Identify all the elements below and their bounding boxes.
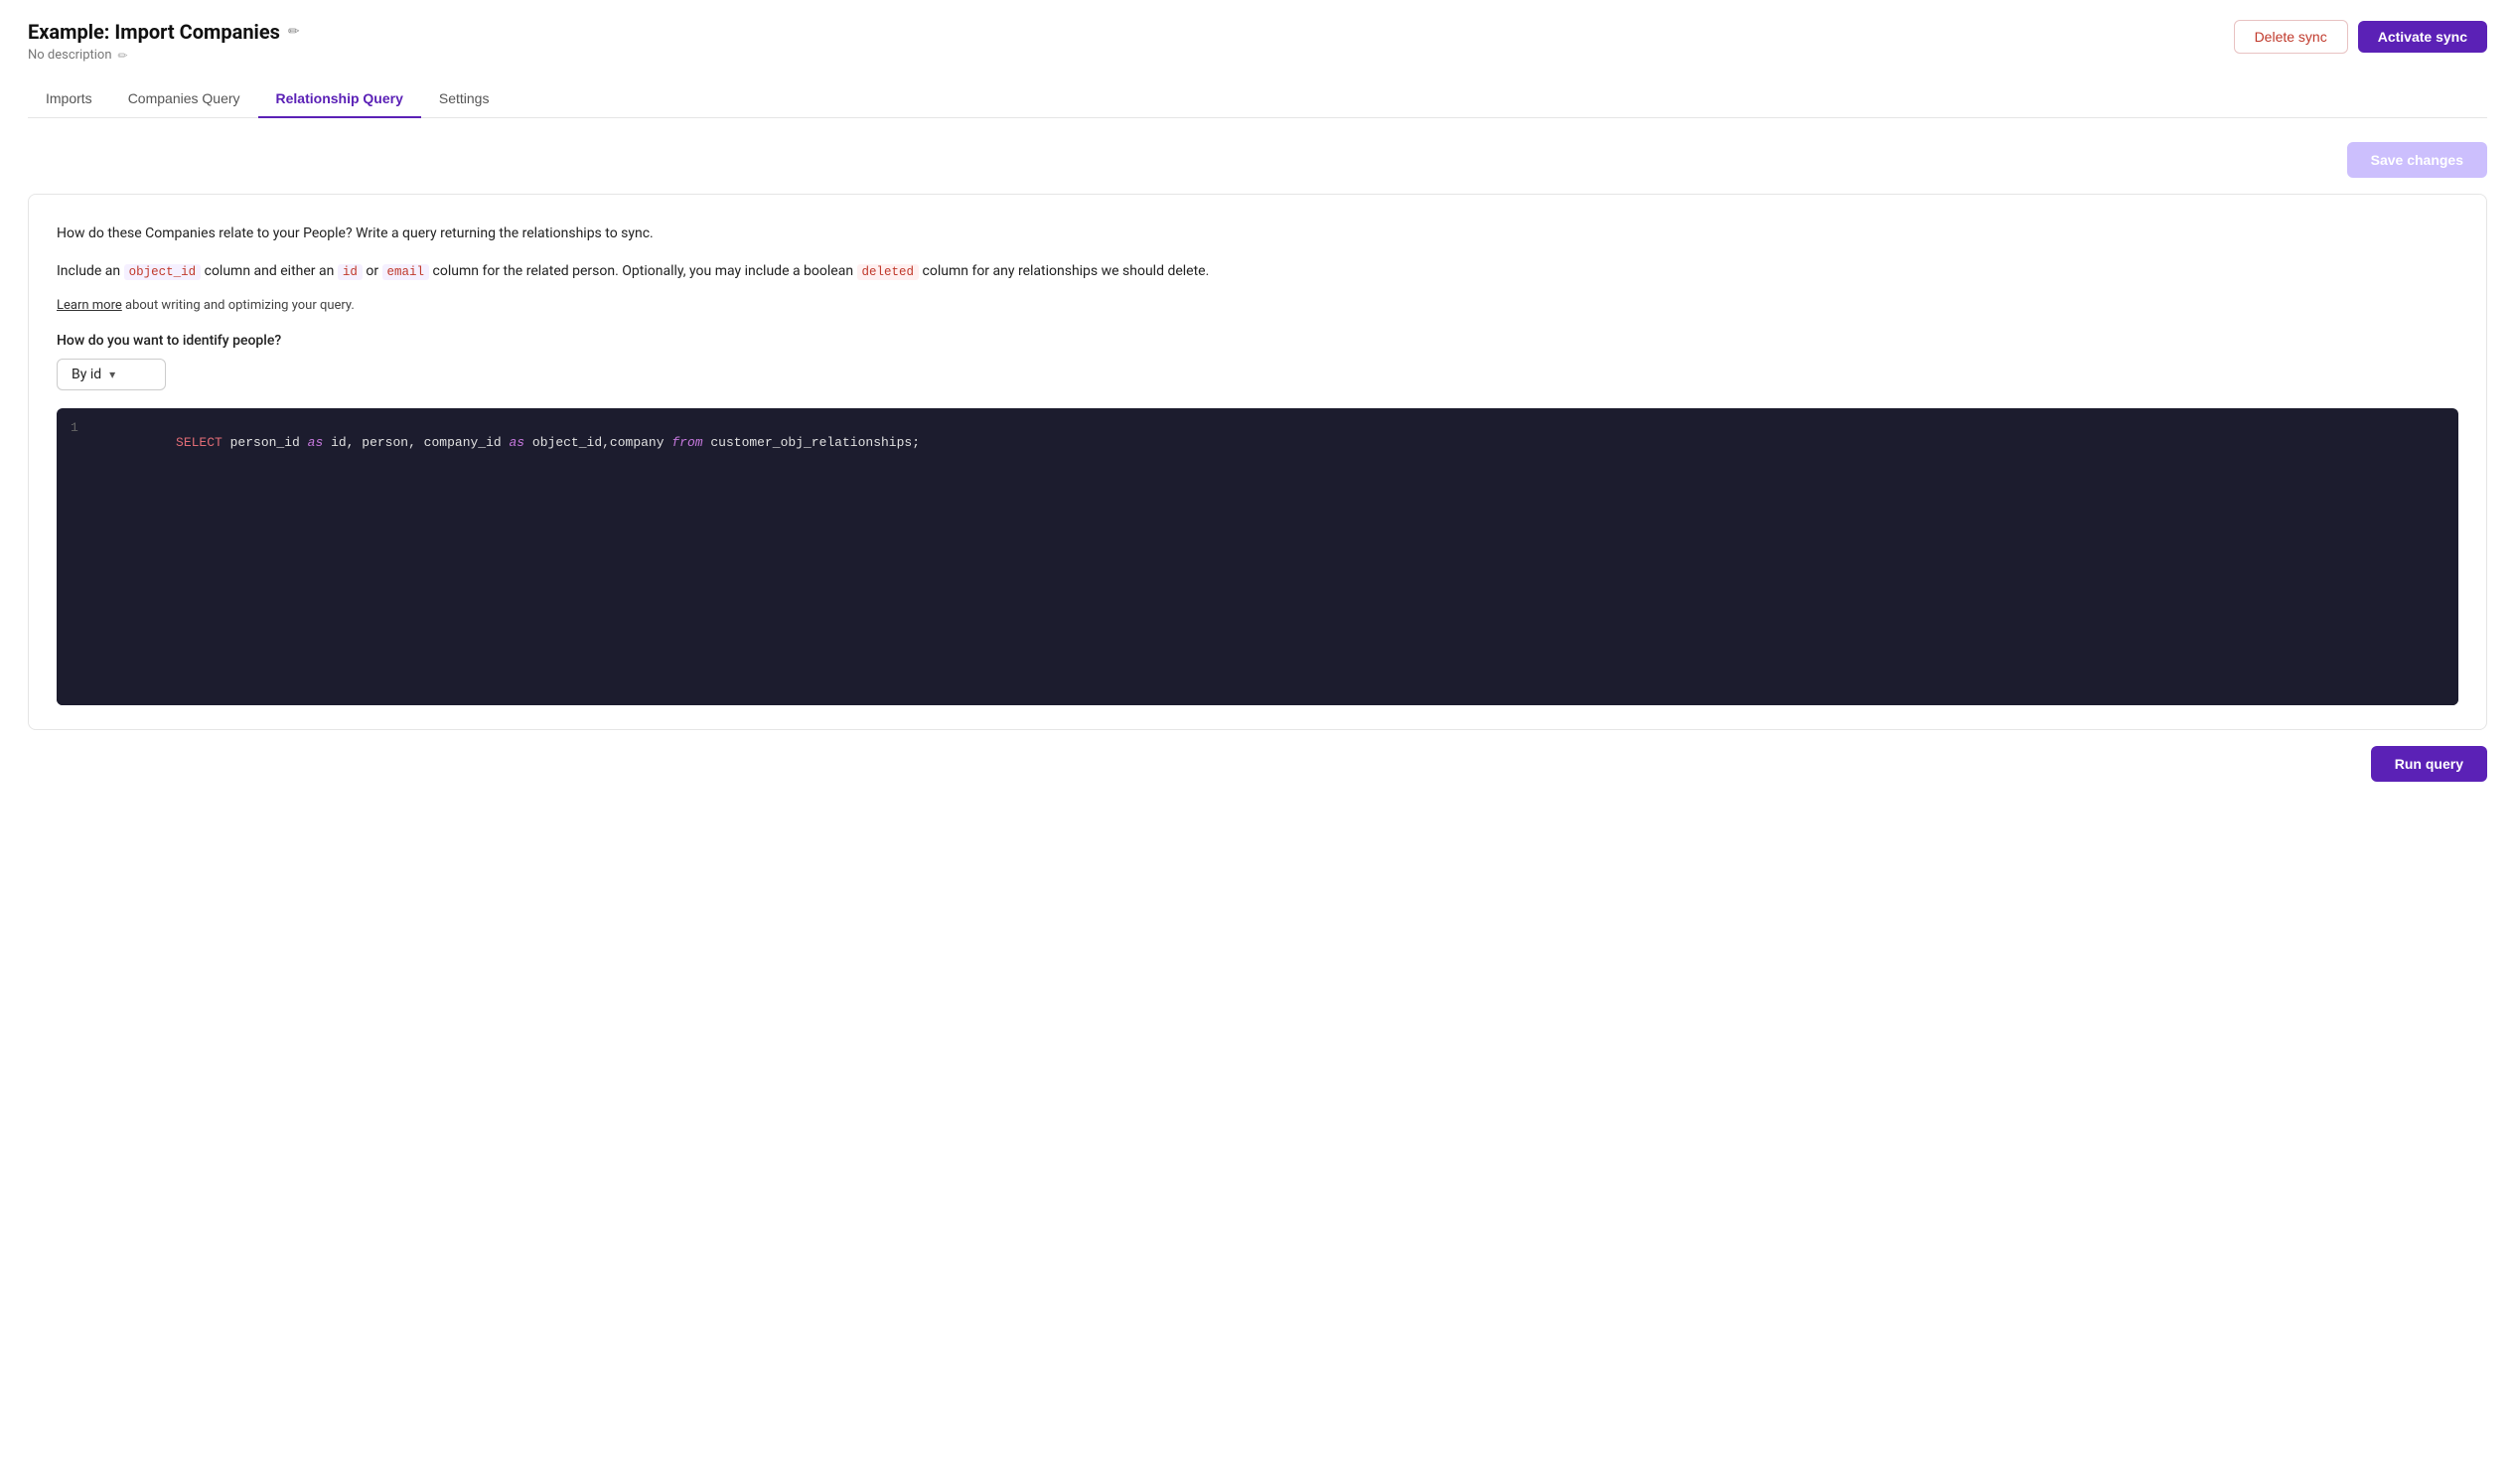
- page-title: Example: Import Companies: [28, 20, 280, 44]
- tabs-bar: Imports Companies Query Relationship Que…: [28, 80, 2487, 118]
- description-paragraph-1: How do these Companies relate to your Pe…: [57, 223, 2458, 244]
- keyword-as-2: as: [510, 435, 525, 450]
- description-text: No description: [28, 48, 112, 63]
- line-number-1: 1: [71, 420, 98, 435]
- keyword-select: SELECT: [176, 435, 222, 450]
- delete-sync-button[interactable]: Delete sync: [2234, 20, 2348, 54]
- code-editor-empty-area[interactable]: [57, 477, 2458, 705]
- tab-companies-query[interactable]: Companies Query: [110, 80, 258, 118]
- learn-more-link[interactable]: Learn more: [57, 298, 122, 313]
- code-object-id: object_id: [124, 264, 202, 280]
- learn-more-suffix: about writing and optimizing your query.: [122, 298, 355, 313]
- chevron-down-icon: ▾: [109, 368, 115, 381]
- keyword-from: from: [671, 435, 702, 450]
- save-changes-button[interactable]: Save changes: [2347, 142, 2487, 178]
- description-row: No description ✏: [28, 48, 300, 63]
- tab-settings[interactable]: Settings: [421, 80, 508, 118]
- description-edit-icon[interactable]: ✏: [118, 49, 128, 63]
- identify-dropdown[interactable]: By id ▾: [57, 359, 166, 390]
- content-card: How do these Companies relate to your Pe…: [28, 194, 2487, 731]
- dropdown-value: By id: [72, 367, 101, 382]
- description-paragraph-2: Include an object_id column and either a…: [57, 260, 2458, 282]
- code-plain-3: object_id,company: [524, 435, 671, 450]
- code-id: id: [338, 264, 363, 280]
- title-row: Example: Import Companies ✏: [28, 20, 300, 44]
- desc2-middle3: column for the related person. Optionall…: [433, 263, 857, 279]
- desc2-suffix: column for any relationships we should d…: [923, 263, 1210, 279]
- code-deleted: deleted: [857, 264, 920, 280]
- header-actions: Delete sync Activate sync: [2234, 20, 2487, 54]
- code-plain-2: id, person, company_id: [323, 435, 509, 450]
- desc2-middle1: column and either an: [205, 263, 338, 279]
- desc2-prefix: Include an: [57, 263, 124, 279]
- save-row: Save changes: [28, 142, 2487, 178]
- code-content-1: SELECT person_id as id, person, company_…: [98, 420, 2444, 465]
- code-line-1: 1 SELECT person_id as id, person, compan…: [57, 408, 2458, 477]
- tab-imports[interactable]: Imports: [28, 80, 110, 118]
- code-email: email: [382, 264, 430, 280]
- identify-label: How do you want to identify people?: [57, 333, 2458, 349]
- run-query-button[interactable]: Run query: [2371, 746, 2487, 782]
- desc2-middle2: or: [366, 263, 381, 279]
- code-plain-4: customer_obj_relationships;: [703, 435, 920, 450]
- code-plain-1: person_id: [222, 435, 308, 450]
- keyword-as-1: as: [308, 435, 324, 450]
- title-edit-icon[interactable]: ✏: [288, 24, 300, 40]
- tab-relationship-query[interactable]: Relationship Query: [258, 80, 421, 118]
- activate-sync-button[interactable]: Activate sync: [2358, 21, 2487, 53]
- run-query-row: Run query: [28, 746, 2487, 782]
- page-header: Example: Import Companies ✏ No descripti…: [28, 20, 2487, 63]
- learn-more-row: Learn more about writing and optimizing …: [57, 298, 2458, 313]
- header-left: Example: Import Companies ✏ No descripti…: [28, 20, 300, 63]
- code-editor[interactable]: 1 SELECT person_id as id, person, compan…: [57, 408, 2458, 705]
